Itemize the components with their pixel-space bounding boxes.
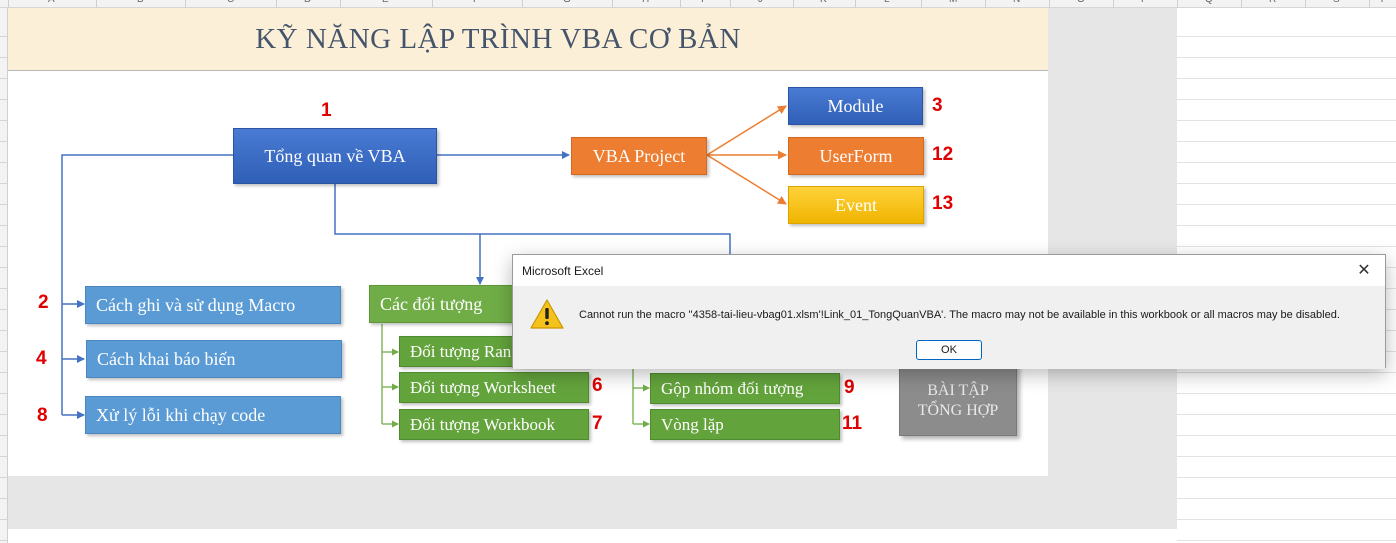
record-macro-button[interactable]: Cách ghi và sử dụng Macro [85, 286, 341, 324]
dialog-titlebar[interactable]: Microsoft Excel ✕ [513, 255, 1385, 286]
ok-button[interactable]: OK [916, 340, 982, 360]
dialog-message: Cannot run the macro ''4358-tai-lieu-vba… [579, 309, 1340, 321]
worksheet-object-label: Đối tượng Worksheet [410, 377, 556, 397]
group-objects-button[interactable]: Gộp nhóm đối tượng [650, 373, 840, 404]
dialog-body: Cannot run the macro ''4358-tai-lieu-vba… [513, 286, 1385, 369]
worksheet-object-number: 6 [592, 375, 603, 396]
summary-line2: TỔNG HỢP [917, 402, 999, 419]
close-icon[interactable]: ✕ [1353, 260, 1375, 282]
module-label: Module [827, 95, 884, 116]
loop-number: 11 [842, 413, 863, 434]
range-object-label: Đối tượng Range [410, 341, 528, 361]
declare-variable-label: Cách khai báo biến [97, 348, 236, 369]
group-objects-number: 9 [844, 377, 855, 398]
workbook-object-button[interactable]: Đối tượng Workbook [399, 409, 589, 440]
summary-line1: BÀI TẬP [927, 382, 989, 399]
vba-project-label: VBA Project [592, 145, 686, 166]
group-objects-label: Gộp nhóm đối tượng [661, 378, 804, 398]
warning-icon [530, 299, 564, 329]
dialog-title: Microsoft Excel [522, 264, 604, 278]
error-handling-label: Xử lý lỗi khi chạy code [96, 404, 266, 425]
record-macro-label: Cách ghi và sử dụng Macro [96, 294, 296, 315]
module-number: 3 [932, 95, 943, 116]
event-button[interactable]: Event [788, 186, 924, 224]
overview-vba-label: Tổng quan về VBA [264, 145, 406, 166]
workbook-object-label: Đối tượng Workbook [410, 414, 555, 434]
userform-button[interactable]: UserForm [788, 137, 924, 175]
userform-label: UserForm [819, 145, 893, 166]
loop-label: Vòng lặp [661, 414, 724, 434]
record-macro-number: 2 [38, 292, 49, 313]
error-handling-button[interactable]: Xử lý lỗi khi chạy code [85, 396, 341, 434]
objects-button[interactable]: Các đối tượng [369, 285, 529, 323]
declare-variable-button[interactable]: Cách khai báo biến [86, 340, 342, 378]
error-dialog: Microsoft Excel ✕ Cannot run the macro '… [512, 254, 1386, 369]
module-button[interactable]: Module [788, 87, 923, 125]
loop-button[interactable]: Vòng lặp [650, 409, 840, 440]
error-handling-number: 8 [37, 405, 48, 426]
worksheet-object-button[interactable]: Đối tượng Worksheet [399, 372, 589, 403]
event-number: 13 [932, 193, 954, 214]
objects-label: Các đối tượng [380, 293, 483, 314]
overview-number: 1 [321, 100, 332, 121]
overview-vba-button[interactable]: Tổng quan về VBA [233, 128, 437, 184]
vba-project-button[interactable]: VBA Project [571, 137, 707, 175]
userform-number: 12 [932, 144, 954, 165]
declare-variable-number: 4 [36, 348, 47, 369]
workbook-object-number: 7 [592, 413, 603, 434]
event-label: Event [835, 194, 877, 215]
